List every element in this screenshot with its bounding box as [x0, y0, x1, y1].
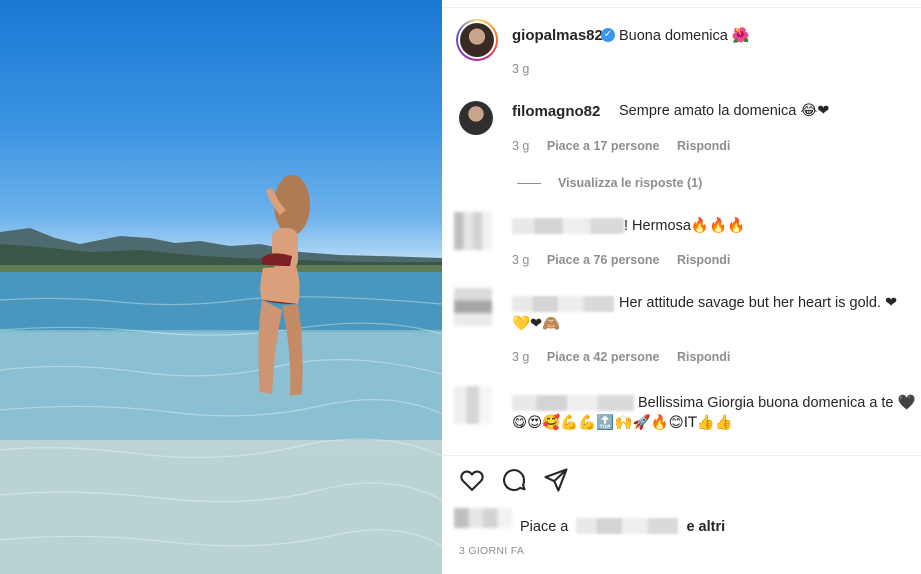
comment-text-body: Sempre amato la domenica — [619, 103, 797, 119]
author-avatar[interactable] — [456, 19, 498, 61]
commenter-avatar[interactable] — [459, 101, 493, 135]
comment-emoji: ❤ — [885, 295, 898, 311]
comment-meta: 3 g Piace a 17 persone Rispondi — [512, 139, 744, 153]
hidden-username — [512, 395, 634, 411]
commenter-avatar[interactable] — [454, 288, 492, 326]
hidden-username — [512, 218, 624, 234]
post-caption: Buona domenica 🌺 — [619, 27, 750, 44]
divider — [442, 455, 921, 456]
reply-button[interactable]: Rispondi — [677, 139, 730, 153]
likes-suffix[interactable]: e altri — [686, 519, 725, 535]
verified-icon: ✓ — [601, 28, 615, 42]
comment-icon[interactable] — [500, 466, 528, 494]
comment-text: Her attitude savage but her heart is gol… — [619, 295, 897, 311]
hidden-liker — [576, 518, 679, 534]
comment-text-body: Her attitude savage but her heart is gol… — [619, 295, 881, 311]
comment-emoji: 😂❤ — [800, 103, 830, 119]
comment-emoji-line: 💛❤🙈 — [512, 316, 561, 332]
hidden-username — [512, 296, 614, 312]
comment-text-body: Bellissima Giorgia buona domenica a te — [638, 395, 894, 411]
likes-summary[interactable]: Piace a e altri — [520, 515, 725, 535]
caption-time: 3 g — [512, 62, 530, 76]
comment-likes[interactable]: Piace a 76 persone — [547, 253, 660, 267]
replies-line — [517, 183, 541, 184]
comment-emoji: 🔥🔥🔥 — [690, 218, 746, 234]
reply-button[interactable]: Rispondi — [677, 253, 730, 267]
post-date: 3 GIORNI FA — [459, 545, 525, 557]
share-icon[interactable] — [542, 466, 570, 494]
divider — [442, 7, 921, 8]
beach-photo-illustration — [0, 175, 442, 574]
caption-emoji: 🌺 — [731, 28, 750, 44]
likers-avatars[interactable] — [454, 508, 512, 528]
commenter-avatar[interactable] — [454, 386, 492, 424]
comment-meta: 3 g Piace a 42 persone Rispondi — [512, 350, 744, 364]
post-author-username[interactable]: giopalmas82 — [512, 27, 603, 44]
comment-time: 3 g — [512, 350, 530, 364]
comment-text-body: ! Hermosa — [624, 218, 691, 234]
likes-prefix: Piace a — [520, 519, 569, 535]
comment-time: 3 g — [512, 253, 530, 267]
commenter-avatar[interactable] — [454, 212, 492, 250]
comment-likes[interactable]: Piace a 17 persone — [547, 139, 660, 153]
caption-text: Buona domenica — [619, 28, 728, 44]
comment-text: Bellissima Giorgia buona domenica a te 🖤 — [638, 394, 916, 411]
comment-text: Sempre amato la domenica 😂❤ — [619, 103, 829, 119]
comment-emoji: 🖤 — [897, 395, 916, 411]
comment-likes[interactable]: Piace a 42 persone — [547, 350, 660, 364]
comment-username[interactable]: filomagno82 — [512, 103, 600, 120]
comment-meta: 3 g Piace a 76 persone Rispondi — [512, 253, 744, 267]
reply-button[interactable]: Rispondi — [677, 350, 730, 364]
comments-panel: giopalmas82 ✓ Buona domenica 🌺 3 g filom… — [442, 0, 921, 574]
post-photo — [0, 0, 442, 574]
view-replies-button[interactable]: Visualizza le risposte (1) — [558, 176, 702, 190]
comment-emoji-line: 😋😍🥰💪💪🔝🙌🚀🔥😊IT👍👍 — [512, 415, 733, 431]
comment-text: ! Hermosa🔥🔥🔥 — [624, 217, 745, 234]
heart-icon[interactable] — [458, 466, 486, 494]
comment-time: 3 g — [512, 139, 530, 153]
